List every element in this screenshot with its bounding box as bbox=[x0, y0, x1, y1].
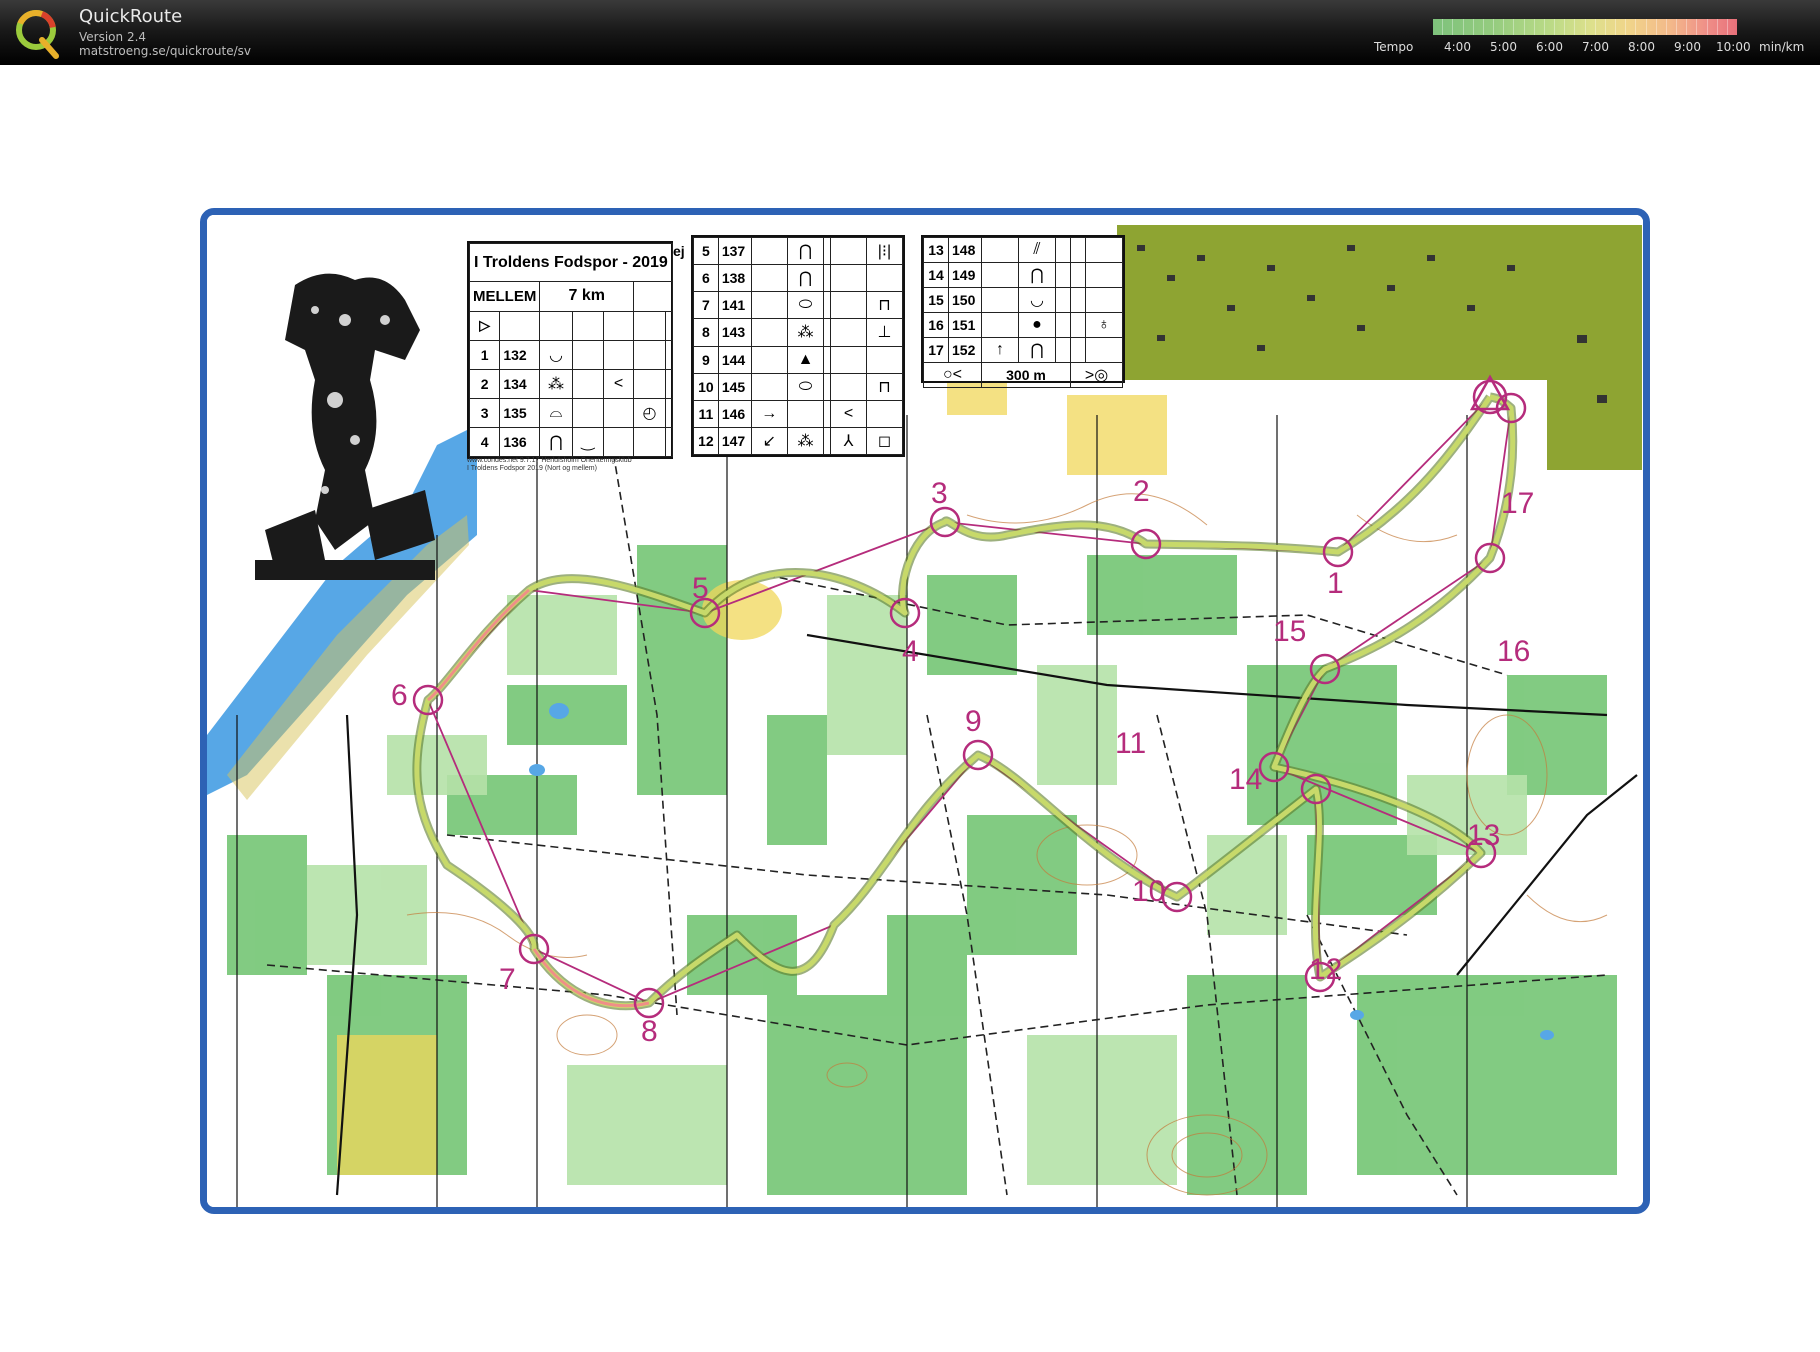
control-label: 16 bbox=[1497, 635, 1531, 668]
control-label: 15 bbox=[1273, 615, 1307, 648]
tempo-unit: min/km bbox=[1759, 40, 1805, 54]
control-label: 12 bbox=[1309, 953, 1343, 986]
description-row: 15 150 ◡ bbox=[923, 287, 1123, 313]
tempo-tick: 5:00 bbox=[1490, 40, 1517, 54]
finish-circle-icon: >◎ bbox=[1070, 362, 1123, 388]
tempo-ticks: 4:00 5:00 6:00 7:00 8:00 9:00 10:00 min/… bbox=[1420, 40, 1820, 56]
control-label: 14 bbox=[1229, 763, 1263, 796]
description-row: 2 134 ⁂ < bbox=[468, 368, 673, 399]
description-row: 14 149 ⋂ bbox=[923, 262, 1123, 288]
tempo-tick: 9:00 bbox=[1674, 40, 1701, 54]
control-label: 9 bbox=[965, 705, 982, 738]
control-label: 6 bbox=[391, 679, 408, 712]
course-class: MELLEM bbox=[468, 281, 541, 312]
control-label: 1 bbox=[1327, 567, 1344, 600]
control-description-card-3: 13 148 ⫽ 14 149 ⋂ 15 150 ◡ 16 151 ● ♁ 17 152 ↑ ⋂ ○< … bbox=[921, 235, 1125, 388]
control-label: 13 bbox=[1467, 819, 1501, 852]
app-url[interactable]: matstroeng.se/quickroute/sv bbox=[79, 44, 251, 58]
description-row: 6 138 ⋂ bbox=[693, 264, 904, 293]
tempo-tick: 8:00 bbox=[1628, 40, 1655, 54]
quickroute-logo-icon bbox=[16, 10, 59, 59]
description-row: 4 136 ⋂ ‿ bbox=[468, 426, 673, 458]
finish-distance: 300 m bbox=[981, 362, 1071, 388]
troll-statue-image bbox=[255, 273, 435, 580]
tempo-tick: 10:00 bbox=[1716, 40, 1751, 54]
control-label: 11 bbox=[1115, 727, 1147, 760]
control-label: 17 bbox=[1501, 487, 1535, 520]
description-row: 5 137 ⋂ |⁝| bbox=[693, 236, 904, 266]
tempo-tick: 7:00 bbox=[1582, 40, 1609, 54]
control-label: 3 bbox=[931, 477, 948, 510]
map-canvas[interactable]: I Troldens Fodspor - 2019 MELLEM 7 km ▷ … bbox=[0, 65, 1820, 1352]
control-label: 2 bbox=[1133, 475, 1150, 508]
app-title: QuickRoute bbox=[79, 6, 183, 27]
description-row: 16 151 ● ♁ bbox=[923, 312, 1123, 338]
control-label: 5 bbox=[692, 572, 709, 605]
control-description-card-1: I Troldens Fodspor - 2019 MELLEM 7 km ▷ … bbox=[467, 241, 673, 459]
description-row: 13 148 ⫽ bbox=[923, 237, 1123, 263]
orienteering-map[interactable]: I Troldens Fodspor - 2019 MELLEM 7 km ▷ … bbox=[200, 208, 1650, 1214]
tempo-tick: 4:00 bbox=[1444, 40, 1471, 54]
description-row: 12 147 ↙ ⁂ ⅄ ◻ bbox=[693, 426, 904, 456]
description-footer: www.condes.net 9.7.17 Herlufsholm Orient… bbox=[467, 457, 632, 472]
app-header: QuickRoute Version 2.4 matstroeng.se/qui… bbox=[0, 0, 1820, 65]
ej-label: ej bbox=[673, 243, 685, 259]
app-version: Version 2.4 bbox=[79, 30, 147, 44]
control-label: 4 bbox=[902, 635, 919, 668]
description-row: 17 152 ↑ ⋂ bbox=[923, 337, 1123, 363]
finish-start-icon: ○< bbox=[923, 362, 982, 388]
description-row: 7 141 ⬭ ⊓ bbox=[693, 291, 904, 320]
control-label: 8 bbox=[641, 1015, 658, 1048]
start-triangle-icon: ▷ bbox=[468, 310, 501, 341]
tempo-color-scale bbox=[1433, 19, 1737, 35]
tempo-label: Tempo bbox=[1374, 40, 1414, 54]
course-title: I Troldens Fodspor - 2019 bbox=[469, 242, 673, 283]
description-row: 11 146 → < bbox=[693, 399, 904, 428]
description-row: 10 145 ⬭ ⊓ bbox=[693, 372, 904, 401]
control-label: 7 bbox=[499, 963, 516, 996]
control-description-card-2: 5 137 ⋂ |⁝| 6 138 ⋂ 7 141 ⬭ ⊓ 8 143 ⁂ ⊥ 9 144 ▲ 10 145… bbox=[691, 235, 905, 457]
description-row: 3 135 ⌓ ◴ bbox=[468, 397, 673, 428]
tempo-tick: 6:00 bbox=[1536, 40, 1563, 54]
description-row: 1 132 ◡ bbox=[468, 339, 673, 370]
description-row: 9 144 ▲ bbox=[693, 345, 904, 374]
control-label: 10 bbox=[1132, 875, 1166, 908]
course-length: 7 km bbox=[539, 281, 635, 312]
description-row: 8 143 ⁂ ⊥ bbox=[693, 318, 904, 347]
